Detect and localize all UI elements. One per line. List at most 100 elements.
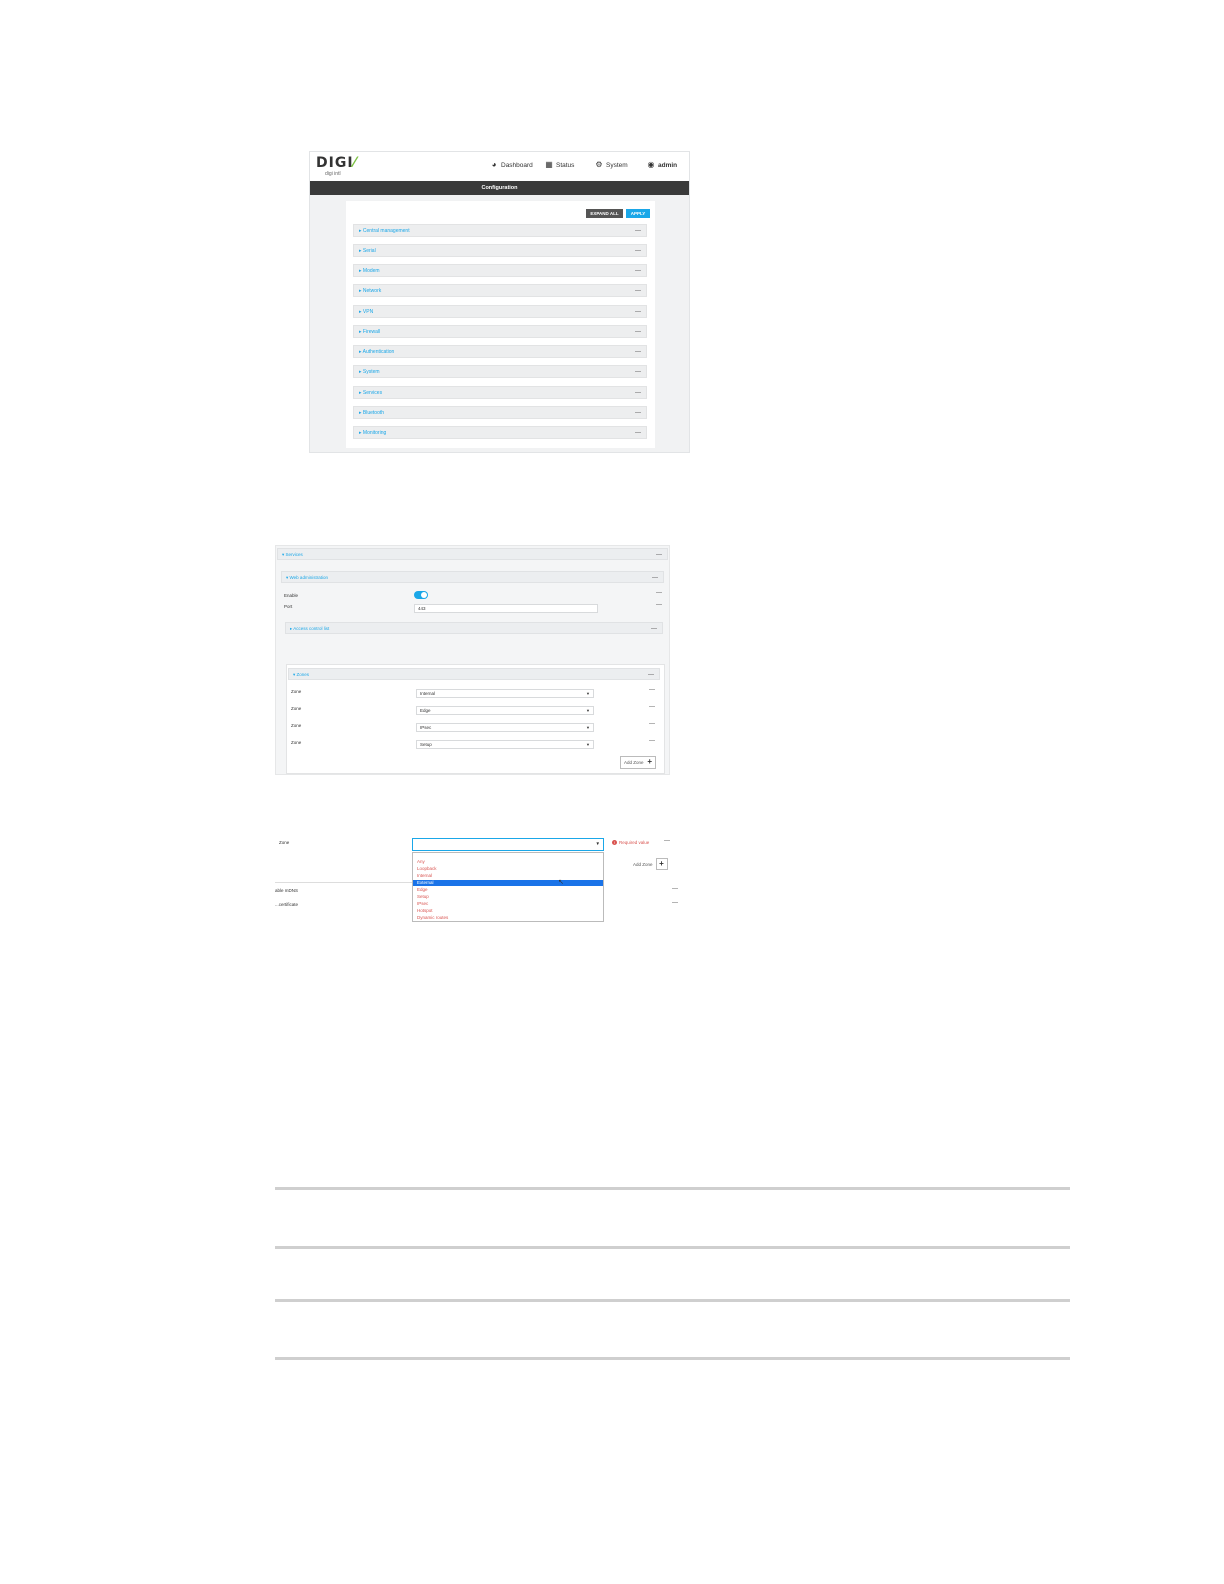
required-value-text: Required value — [619, 840, 650, 845]
collapse-icon[interactable]: — — [635, 225, 641, 237]
section-network[interactable]: ▸ Network — — [353, 284, 647, 297]
add-zone-button[interactable]: Add Zone + — [620, 756, 656, 769]
collapse-icon[interactable]: — — [635, 265, 641, 277]
section-label: Services — [362, 390, 383, 396]
section-label: System — [362, 369, 380, 375]
zone-value: Edge — [420, 708, 431, 713]
section-authentication[interactable]: ▸ Authentication — — [353, 345, 647, 358]
logo-slash-icon: ⁄ — [353, 155, 357, 171]
nav-system[interactable]: ⚙ System — [595, 161, 628, 169]
dropdown-option-ipsec[interactable]: IPsec — [413, 901, 603, 907]
section-label: Serial — [362, 248, 376, 254]
collapse-icon[interactable]: — — [664, 838, 670, 844]
dropdown-option-hotspot[interactable]: Hotspot — [413, 908, 603, 914]
collapse-icon[interactable]: — — [635, 285, 641, 297]
web-administration-screenshot: ▾ Services — ▾ Web administration — Enable… — [275, 545, 670, 775]
collapse-icon[interactable]: — — [649, 687, 655, 693]
dropdown-option-any[interactable]: Any — [413, 859, 603, 865]
port-input[interactable]: 443 — [414, 604, 598, 613]
nav-status[interactable]: ▦ Status — [545, 161, 574, 169]
access-control-list-label: Access control list — [293, 626, 330, 631]
services-label: Services — [285, 552, 303, 557]
divider — [275, 882, 420, 883]
configuration-screenshot: DIGI⁄ digi intl ◕ Dashboard ▦ Status ⚙ S… — [309, 151, 690, 453]
nav-admin[interactable]: ◉ admin — [647, 161, 678, 169]
zone-label: Zone — [291, 740, 302, 745]
enable-label: Enable — [284, 593, 299, 598]
zone-select[interactable]: Setup ▼ — [416, 740, 594, 749]
collapse-icon[interactable]: — — [656, 590, 662, 596]
dropdown-option-external[interactable]: External — [413, 880, 603, 886]
collapse-icon[interactable]: — — [672, 886, 678, 892]
section-label: VPN — [362, 309, 374, 315]
zones-header[interactable]: ▾ Zones — — [288, 668, 660, 680]
chevron-down-icon: ▼ — [586, 691, 590, 696]
dropdown-option-edge[interactable]: Edge — [413, 887, 603, 893]
section-label: Central management — [362, 228, 410, 234]
collapse-icon[interactable]: — — [635, 407, 641, 419]
zone-dropdown-list: Any Loopback Internal External Edge Setu… — [412, 852, 604, 922]
add-zone-button[interactable]: Add Zone + — [633, 858, 668, 870]
collapse-icon[interactable]: — — [635, 306, 641, 318]
collapse-icon[interactable]: — — [635, 245, 641, 257]
access-control-list-header[interactable]: ▸ Access control list — — [285, 622, 663, 634]
table-rule — [275, 1299, 1070, 1302]
dropdown-option-internal[interactable]: Internal — [413, 873, 603, 879]
table-rule — [275, 1187, 1070, 1190]
section-firewall[interactable]: ▸ Firewall — — [353, 325, 647, 338]
section-modem[interactable]: ▸ Modem — — [353, 264, 647, 277]
collapse-icon[interactable]: — — [656, 602, 662, 608]
zone-label: Zone — [279, 840, 290, 845]
zone-value: Setup — [420, 742, 432, 747]
section-label: Firewall — [362, 329, 381, 335]
nav-dashboard[interactable]: ◕ Dashboard — [490, 161, 533, 169]
web-administration-header[interactable]: ▾ Web administration — — [281, 571, 664, 583]
top-navigation-bar: DIGI⁄ digi intl ◕ Dashboard ▦ Status ⚙ S… — [310, 152, 689, 181]
section-vpn[interactable]: ▸ VPN — — [353, 305, 647, 318]
collapse-icon[interactable]: — — [635, 427, 641, 439]
collapse-icon[interactable]: — — [672, 900, 678, 906]
certificate-label: ...certificate — [275, 902, 299, 907]
zone-label: Zone — [291, 689, 302, 694]
collapse-icon[interactable]: — — [649, 704, 655, 710]
collapse-icon[interactable]: — — [656, 549, 662, 561]
table-rule — [275, 1357, 1070, 1360]
chevron-down-icon: ▼ — [586, 742, 590, 747]
zone-select[interactable]: Edge ▼ — [416, 706, 594, 715]
dropdown-option-dynamic-routes[interactable]: Dynamic routes — [413, 915, 603, 921]
enable-toggle[interactable] — [414, 591, 428, 599]
error-icon: ! — [612, 840, 617, 845]
chevron-down-icon: ▼ — [586, 708, 590, 713]
section-monitoring[interactable]: ▸ Monitoring — — [353, 426, 647, 439]
collapse-icon[interactable]: — — [649, 721, 655, 727]
apply-button[interactable]: APPLY — [626, 209, 650, 218]
collapse-icon[interactable]: — — [651, 623, 657, 635]
add-zone-label: Add Zone — [624, 760, 644, 765]
section-label: Network — [362, 288, 382, 294]
collapse-icon[interactable]: — — [635, 387, 641, 399]
zone-label: Zone — [291, 723, 302, 728]
collapse-icon[interactable]: — — [649, 738, 655, 744]
zone-select[interactable]: ▼ — [412, 838, 604, 851]
plus-icon: + — [655, 858, 668, 870]
zone-select[interactable]: IPsec ▼ — [416, 723, 594, 732]
section-system[interactable]: ▸ System — — [353, 365, 647, 378]
dropdown-option-loopback[interactable]: Loopback — [413, 866, 603, 872]
plus-icon: + — [647, 757, 652, 766]
collapse-icon[interactable]: — — [635, 346, 641, 358]
mdns-label: able mDNS — [275, 888, 299, 893]
collapse-icon[interactable]: — — [635, 326, 641, 338]
section-central-management[interactable]: ▸ Central management — — [353, 224, 647, 237]
nav-system-label: System — [606, 161, 628, 169]
collapse-icon[interactable]: — — [652, 572, 658, 584]
collapse-icon[interactable]: — — [648, 669, 654, 681]
zone-select[interactable]: Internal ▼ — [416, 689, 594, 698]
section-bluetooth[interactable]: ▸ Bluetooth — — [353, 406, 647, 419]
section-serial[interactable]: ▸ Serial — — [353, 244, 647, 257]
services-header[interactable]: ▾ Services — — [277, 548, 668, 560]
logo-subtitle: digi intl — [325, 171, 341, 177]
dropdown-option-setup[interactable]: Setup — [413, 894, 603, 900]
expand-all-button[interactable]: EXPAND ALL — [586, 209, 623, 218]
section-services[interactable]: ▸ Services — — [353, 386, 647, 399]
collapse-icon[interactable]: — — [635, 366, 641, 378]
